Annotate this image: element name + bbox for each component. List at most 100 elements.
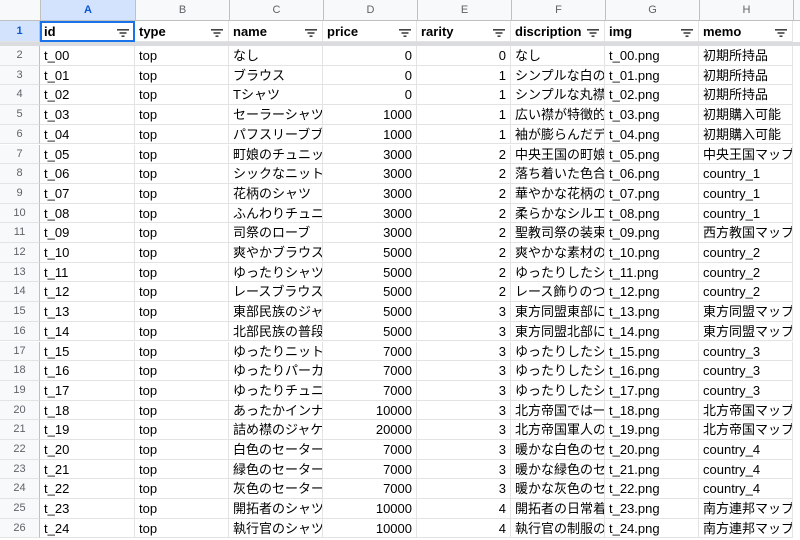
cell-memo[interactable]: country_3 xyxy=(699,341,793,362)
row-header[interactable]: 25 xyxy=(0,499,40,519)
cell-img[interactable]: t_04.png xyxy=(605,124,699,145)
cell-memo[interactable]: country_1 xyxy=(699,203,793,224)
header-cell-id[interactable]: id xyxy=(40,21,135,42)
cell-name[interactable]: ゆったりシャツ xyxy=(229,262,323,283)
cell-img[interactable]: t_20.png xyxy=(605,440,699,460)
cell-type[interactable]: top xyxy=(135,459,229,480)
cell-rarity[interactable]: 3 xyxy=(417,361,511,381)
cell-img[interactable]: t_21.png xyxy=(605,459,699,480)
cell-img[interactable]: t_10.png xyxy=(605,243,699,263)
cell-name[interactable]: Tシャツ xyxy=(229,85,323,106)
cell-memo[interactable]: 中央王国マップ xyxy=(699,144,793,165)
cell-name[interactable]: 東部民族のジャ xyxy=(229,302,323,322)
cell-img[interactable]: t_01.png xyxy=(605,65,699,86)
cell-type[interactable]: top xyxy=(135,499,229,519)
cell-type[interactable]: top xyxy=(135,262,229,283)
cell-rarity[interactable]: 1 xyxy=(417,105,511,125)
filter-icon[interactable] xyxy=(774,28,788,38)
cell-rarity[interactable]: 3 xyxy=(417,341,511,362)
cell-img[interactable]: t_07.png xyxy=(605,183,699,204)
cell-type[interactable]: top xyxy=(135,361,229,381)
cell-id[interactable]: t_12 xyxy=(40,282,135,303)
cell-rarity[interactable]: 3 xyxy=(417,459,511,480)
cell-discription[interactable]: 広い襟が特徴的 xyxy=(511,105,605,125)
cell-id[interactable]: t_18 xyxy=(40,400,135,421)
cell-memo[interactable]: 初期購入可能 xyxy=(699,105,793,125)
cell-discription[interactable]: 落ち着いた色合 xyxy=(511,164,605,184)
cell-memo[interactable]: country_4 xyxy=(699,479,793,500)
row-header[interactable]: 12 xyxy=(0,243,40,263)
cell-name[interactable]: 灰色のセーター xyxy=(229,479,323,500)
cell-rarity[interactable]: 4 xyxy=(417,499,511,519)
cell-id[interactable]: t_02 xyxy=(40,85,135,106)
cell-price[interactable]: 7000 xyxy=(323,459,417,480)
cell-img[interactable]: t_12.png xyxy=(605,282,699,303)
cell-price[interactable]: 7000 xyxy=(323,440,417,460)
cell-type[interactable]: top xyxy=(135,282,229,303)
column-header-f[interactable]: F xyxy=(512,0,606,20)
cell-id[interactable]: t_05 xyxy=(40,144,135,165)
header-cell-memo[interactable]: memo xyxy=(699,21,793,42)
cell-discription[interactable]: 開拓者の日常着 xyxy=(511,499,605,519)
cell-rarity[interactable]: 3 xyxy=(417,380,511,401)
cell-id[interactable]: t_20 xyxy=(40,440,135,460)
cell-rarity[interactable]: 3 xyxy=(417,302,511,322)
cell-name[interactable]: 爽やかブラウス xyxy=(229,243,323,263)
cell-id[interactable]: t_23 xyxy=(40,499,135,519)
row-header[interactable]: 1 xyxy=(0,21,40,42)
cell-price[interactable]: 5000 xyxy=(323,302,417,322)
cell-type[interactable]: top xyxy=(135,302,229,322)
cell-memo[interactable]: 東方同盟マップ xyxy=(699,302,793,322)
cell-rarity[interactable]: 1 xyxy=(417,65,511,86)
row-header[interactable]: 14 xyxy=(0,282,40,303)
cell-discription[interactable]: シンプルな丸襟 xyxy=(511,85,605,106)
cell-img[interactable]: t_13.png xyxy=(605,302,699,322)
cell-type[interactable]: top xyxy=(135,420,229,440)
filter-icon[interactable] xyxy=(398,28,412,38)
cell-rarity[interactable]: 2 xyxy=(417,144,511,165)
cell-type[interactable]: top xyxy=(135,223,229,243)
row-header[interactable]: 8 xyxy=(0,164,40,184)
cell-name[interactable]: 詰め襟のジャケ xyxy=(229,420,323,440)
cell-type[interactable]: top xyxy=(135,105,229,125)
cell-price[interactable]: 7000 xyxy=(323,479,417,500)
cell-rarity[interactable]: 3 xyxy=(417,400,511,421)
cell-img[interactable]: t_08.png xyxy=(605,203,699,224)
header-cell-price[interactable]: price xyxy=(323,21,417,42)
row-header[interactable]: 2 xyxy=(0,46,40,66)
filter-icon[interactable] xyxy=(210,28,224,38)
header-cell-name[interactable]: name xyxy=(229,21,323,42)
cell-name[interactable]: セーラーシャツ xyxy=(229,105,323,125)
cell-price[interactable]: 3000 xyxy=(323,183,417,204)
row-header[interactable]: 24 xyxy=(0,479,40,500)
cell-memo[interactable]: country_3 xyxy=(699,361,793,381)
header-cell-img[interactable]: img xyxy=(605,21,699,42)
cell-id[interactable]: t_19 xyxy=(40,420,135,440)
cell-id[interactable]: t_14 xyxy=(40,321,135,342)
cell-name[interactable]: 開拓者のシャツ xyxy=(229,499,323,519)
cell-name[interactable]: あったかインナ xyxy=(229,400,323,421)
cell-memo[interactable]: 東方同盟マップ xyxy=(699,321,793,342)
cell-price[interactable]: 10000 xyxy=(323,518,417,539)
row-header[interactable]: 16 xyxy=(0,321,40,342)
cell-img[interactable]: t_09.png xyxy=(605,223,699,243)
cell-rarity[interactable]: 0 xyxy=(417,46,511,66)
cell-type[interactable]: top xyxy=(135,518,229,539)
cell-memo[interactable]: 南方連邦マップ xyxy=(699,499,793,519)
cell-memo[interactable]: 初期所持品 xyxy=(699,46,793,66)
row-header[interactable]: 9 xyxy=(0,183,40,204)
cell-name[interactable]: 町娘のチュニッ xyxy=(229,144,323,165)
cell-rarity[interactable]: 2 xyxy=(417,203,511,224)
cell-name[interactable]: レースブラウス xyxy=(229,282,323,303)
row-header[interactable]: 7 xyxy=(0,144,40,165)
cell-discription[interactable]: 北方帝国軍人の xyxy=(511,420,605,440)
cell-rarity[interactable]: 2 xyxy=(417,164,511,184)
filter-icon[interactable] xyxy=(680,28,694,38)
cell-discription[interactable]: 柔らかなシルエ xyxy=(511,203,605,224)
cell-id[interactable]: t_06 xyxy=(40,164,135,184)
cell-price[interactable]: 3000 xyxy=(323,203,417,224)
header-cell-rarity[interactable]: rarity xyxy=(417,21,511,42)
cell-id[interactable]: t_09 xyxy=(40,223,135,243)
cell-name[interactable]: ふんわりチュニ xyxy=(229,203,323,224)
cell-price[interactable]: 7000 xyxy=(323,341,417,362)
